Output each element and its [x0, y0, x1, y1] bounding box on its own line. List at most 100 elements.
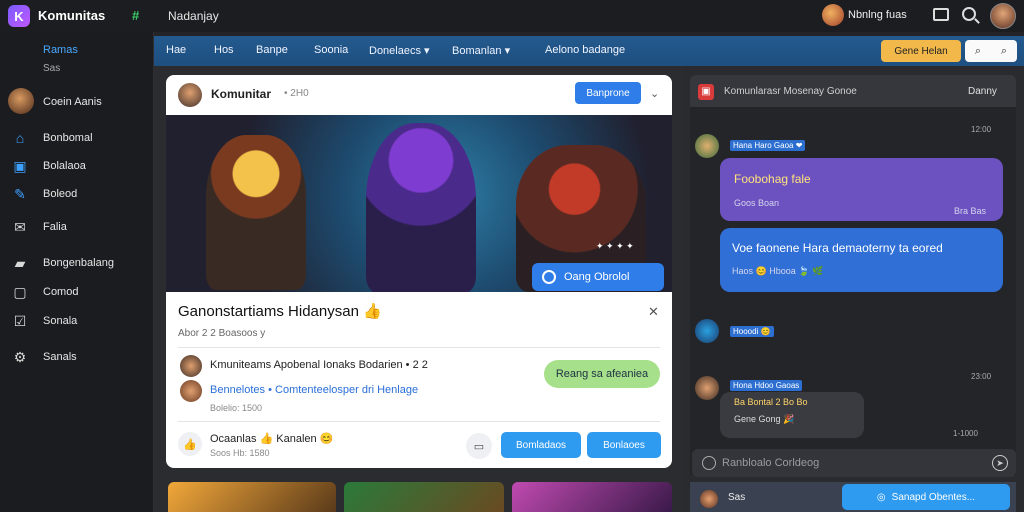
reply-bubble[interactable]: Reang sa afeaniea	[544, 360, 660, 388]
sidebar-item-mail[interactable]: ✉ Falia	[0, 215, 154, 239]
mail-icon: ✉	[14, 219, 26, 235]
chevron-down-icon: ▾	[504, 45, 511, 57]
chat-footer-label: Sas	[728, 492, 746, 503]
sidebar-profile[interactable]: Coein Aanis	[0, 88, 154, 114]
sidebar-item-label: Comod	[43, 286, 79, 298]
nav-item[interactable]: Aelono badange	[545, 44, 625, 56]
post-time: • 2H0	[284, 88, 309, 99]
sidebar-item-edit[interactable]: ✎ Boleod	[0, 182, 154, 206]
sidebar-subheader[interactable]: Sas	[43, 63, 60, 74]
action-button-1[interactable]: Bomladaos	[501, 432, 581, 458]
search-icon[interactable]: ⌕	[1001, 45, 1007, 58]
nav-item-dropdown[interactable]: Bomanlan ▾	[452, 44, 510, 57]
create-button[interactable]: Gene Helan	[881, 40, 961, 62]
sidebar-item-checklist[interactable]: ☑ Sonala	[0, 309, 154, 333]
user-name[interactable]: Nbnlng fuas	[848, 9, 907, 21]
chat-icon	[542, 270, 556, 284]
sidebar-item-chat[interactable]: ▢ Comod	[0, 280, 154, 304]
page-title: Nadanjay	[168, 9, 219, 23]
action-button-2[interactable]: Bonlaoes	[587, 432, 661, 458]
comment-link[interactable]: Bennelotes • Comtenteelosper dri Henlage	[210, 384, 418, 396]
comment-meta: Bolelio: 1500	[210, 403, 263, 413]
close-icon[interactable]: ✕	[648, 304, 659, 320]
category-nav: Hae Hos Banpe Soonia Donelaecs ▾ Bomanla…	[154, 36, 1024, 66]
message-sender[interactable]: Hooodi 😊	[730, 326, 774, 337]
user-avatar-small[interactable]	[822, 4, 844, 26]
avatar[interactable]	[695, 134, 719, 158]
like-icon[interactable]: 👍	[178, 432, 202, 456]
post-card: Komunitar • 2H0 Banprone ⌄ ✦ ✦ ✦ ✦ Oang …	[166, 75, 672, 468]
sidebar-item-label: Falia	[43, 221, 67, 233]
message-input-placeholder: Ranbloalo Corldeog	[722, 457, 820, 469]
post-thumbnail[interactable]	[512, 482, 672, 512]
avatar[interactable]	[180, 380, 202, 402]
app-badge: #	[132, 8, 140, 23]
nav-action-buttons[interactable]: ⌕ ⌕	[965, 40, 1017, 62]
send-message-label: Sanapd Obentes...	[891, 491, 976, 503]
chat-icon: ▢	[13, 284, 27, 300]
sidebar-item-home[interactable]: ⌂ Bonbomal	[0, 126, 154, 150]
message-time: 12:00	[971, 125, 992, 134]
post-image[interactable]: ✦ ✦ ✦ ✦ Oang Obrolol	[166, 115, 672, 292]
post-meta: Abor 2 2 Boasoos y	[178, 328, 266, 339]
nav-item-dropdown[interactable]: Donelaecs ▾	[369, 44, 430, 57]
sidebar-item-label: Bolalaoa	[43, 160, 86, 172]
app-logo[interactable]: K	[8, 5, 30, 27]
sidebar-item-label: Boleod	[43, 188, 78, 200]
nav-item[interactable]: Soonia	[314, 44, 348, 56]
emoji-icon[interactable]	[702, 456, 716, 470]
message-sub: Gene Gong 🎉	[734, 414, 795, 424]
message-time: 23:00	[971, 372, 992, 381]
post-author[interactable]: Komunitar	[211, 87, 271, 101]
message-sender[interactable]: Hona Hdoo Gaoas	[730, 380, 803, 391]
avatar[interactable]	[695, 319, 719, 343]
message-bubble[interactable]: Foobohag fale Goos Boan Bra Bas	[720, 158, 1003, 221]
chat-app-icon: ▣	[698, 84, 714, 100]
sparkle-icon: ✦ ✦ ✦ ✦	[596, 241, 634, 251]
avatar[interactable]	[695, 376, 719, 400]
search-icon[interactable]: ⌕	[975, 45, 981, 58]
nav-item[interactable]: Banpe	[256, 44, 288, 56]
video-icon[interactable]: ▭	[466, 433, 492, 459]
send-icon[interactable]: ➤	[992, 455, 1008, 471]
sidebar-header[interactable]: Ramas	[43, 44, 78, 56]
sidebar-item-folder[interactable]: ▰ Bongenbalang	[0, 251, 154, 275]
avatar[interactable]	[180, 355, 202, 377]
nav-item[interactable]: Hos	[214, 44, 234, 56]
profile-avatar[interactable]	[990, 3, 1016, 29]
comment-text: Kmuniteams Apobenal Ionaks Bodarien • 2 …	[210, 359, 428, 371]
edit-icon: ✎	[14, 186, 26, 202]
send-message-button[interactable]: ◎ Sanapd Obentes...	[842, 484, 1010, 510]
avatar[interactable]	[178, 83, 202, 107]
sidebar-item-label: Sonala	[43, 315, 78, 327]
sidebar-item-label: Bongenbalang	[43, 257, 114, 269]
message-bubble[interactable]: Ba Bontal 2 Bo Bo Gene Gong 🎉	[720, 392, 864, 438]
message-sub: Haos 😊 Hbooa 🍃 🌿	[732, 266, 824, 276]
mail-icon[interactable]	[933, 8, 949, 21]
nav-item-label: Bomanlan	[452, 45, 502, 57]
sidebar-item-label: Coein Aanis	[43, 96, 102, 108]
post-thumbnail[interactable]	[344, 482, 504, 512]
avatar[interactable]	[700, 490, 718, 508]
message-input[interactable]: Ranbloalo Corldeog ➤	[692, 449, 1016, 477]
settings-icon: ⚙	[13, 349, 27, 365]
hero-character	[206, 135, 306, 290]
app-name[interactable]: Komunitas	[38, 8, 105, 23]
message-bubble[interactable]: Voe faonene Hara demaoterny ta eored Hao…	[720, 228, 1003, 292]
post-thumbnail[interactable]	[168, 482, 336, 512]
chat-user-label[interactable]: Danny	[968, 86, 997, 97]
chevron-down-icon[interactable]: ⌄	[650, 87, 659, 100]
sidebar-item-settings[interactable]: ⚙ Sanals	[0, 345, 154, 369]
nav-item[interactable]: Hae	[166, 44, 186, 56]
sidebar-item-label: Bonbomal	[43, 132, 93, 144]
follow-button[interactable]: Banprone	[575, 82, 641, 104]
sidebar-item-label: Sanals	[43, 351, 77, 363]
message-sender[interactable]: Hana Haro Gaoa ❤	[730, 140, 806, 151]
sidebar-item-groups[interactable]: ▣ Bolalaoa	[0, 154, 154, 178]
open-chat-button[interactable]: Oang Obrolol	[532, 263, 664, 291]
top-bar: K Komunitas # Nadanjay Nbnlng fuas	[0, 0, 1024, 32]
chat-icon: ◎	[876, 491, 886, 503]
folder-icon: ▰	[14, 255, 26, 271]
search-icon[interactable]	[962, 7, 976, 21]
checklist-icon: ☑	[13, 313, 27, 329]
